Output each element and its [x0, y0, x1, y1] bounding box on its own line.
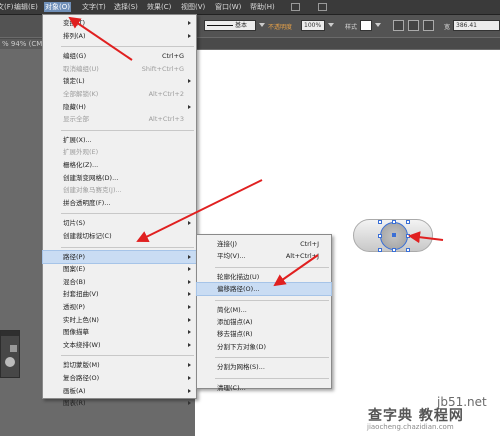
arrow-to-object-menu: [68, 16, 133, 61]
watermark-url: jiaocheng.chazidian.com: [367, 423, 454, 431]
arrow-to-offset-path: [273, 254, 319, 287]
annotation-arrows: [68, 16, 444, 287]
arrow-to-circle: [408, 231, 444, 244]
watermark-title: 查字典 教程网: [368, 408, 464, 424]
arrow-to-path-item: [136, 179, 263, 242]
